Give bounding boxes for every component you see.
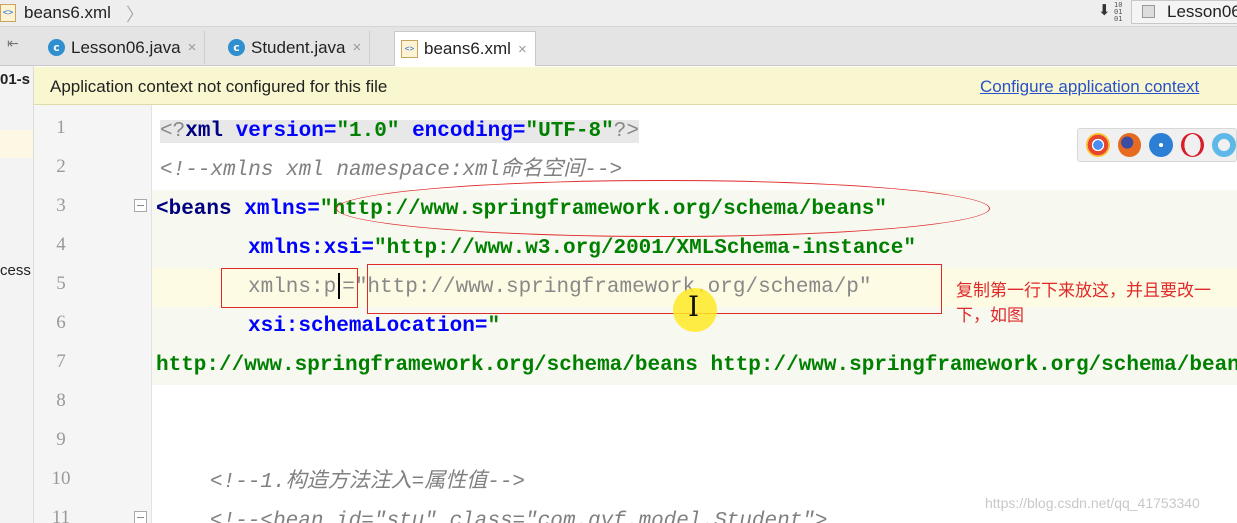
annotation-box-url (367, 264, 942, 314)
text-cursor-icon: I (688, 290, 700, 323)
line-number: 8 (56, 390, 66, 411)
code-line-1: <?xml version="1.0" encoding="UTF-8"?> (160, 120, 639, 143)
banner-message: Application context not configured for t… (50, 77, 388, 96)
fold-toggle-icon[interactable] (134, 199, 147, 212)
line-number-gutter: 1 2 3 4 5 6 7 8 9 10 11 (34, 105, 152, 523)
line-number: 9 (56, 429, 66, 450)
java-class-icon: c (48, 39, 65, 56)
annotation-box-prefix (221, 268, 358, 308)
sort-down-icon[interactable]: ⬇ (1098, 1, 1111, 19)
tab-label: Student.java (251, 37, 346, 57)
line-number: 11 (51, 507, 71, 523)
watermark: https://blog.csdn.net/qq_41753340 (985, 495, 1200, 511)
line-number: 2 (56, 156, 66, 177)
breadcrumb-bar: <> beans6.xml 〉 ⬇ 10 01 01 Lesson06 (0, 0, 1237, 27)
code-line-10: <!--1.构造方法注入=属性值--> (210, 471, 526, 494)
line-number: 1 (56, 117, 66, 138)
tab-label: beans6.xml (424, 39, 511, 58)
code-line-11: <!--<bean id="stu" class="com.gyf.model.… (210, 510, 828, 523)
tab-label: Lesson06.java (71, 37, 181, 57)
xml-file-icon: <> (401, 40, 418, 58)
close-icon[interactable]: × (353, 39, 362, 56)
run-config-icon (1142, 5, 1155, 18)
project-panel: 01-s cess (0, 66, 34, 523)
annotation-ellipse (336, 180, 990, 237)
configure-context-link[interactable]: Configure application context (980, 77, 1199, 97)
code-line-7: http://www.springframework.org/schema/be… (152, 346, 1237, 385)
tab-beans6-xml[interactable]: <> beans6.xml × (394, 31, 536, 66)
line-number: 4 (56, 234, 66, 255)
tab-student-java[interactable]: c Student.java × (222, 31, 371, 64)
chrome-icon[interactable] (1086, 133, 1110, 157)
firefox-icon[interactable] (1117, 133, 1142, 157)
chevron-right-icon: 〉 (126, 5, 144, 25)
line-number: 5 (56, 273, 66, 294)
run-config-label: Lesson06 (1167, 2, 1237, 21)
line-number: 3 (56, 195, 66, 216)
xml-file-icon: <> (0, 4, 16, 22)
line-number: 7 (56, 351, 66, 372)
project-tree-item[interactable]: 01-s (0, 71, 30, 88)
close-icon[interactable]: × (188, 39, 197, 56)
safari-icon[interactable] (1149, 133, 1173, 157)
breadcrumb-file[interactable]: beans6.xml (24, 3, 111, 23)
collapse-panel-icon[interactable]: ⇤ (7, 35, 19, 52)
ie-icon[interactable] (1212, 133, 1236, 157)
project-tree-item[interactable]: cess (0, 262, 31, 279)
line-number: 6 (56, 312, 66, 333)
annotation-note: 复制第一行下来放这，并且要改一下，如图 (956, 281, 1211, 326)
binary-icon[interactable]: 10 01 01 (1114, 2, 1124, 23)
close-icon[interactable]: × (518, 41, 527, 58)
project-tree-selection[interactable] (0, 130, 33, 158)
browser-preview-bar (1077, 128, 1237, 162)
java-class-icon: c (228, 39, 245, 56)
run-config-dropdown[interactable]: Lesson06 (1131, 0, 1237, 24)
line-number: 10 (51, 468, 71, 489)
tab-lesson06-java[interactable]: c Lesson06.java × (42, 31, 206, 64)
fold-toggle-icon[interactable] (134, 511, 147, 523)
opera-icon[interactable] (1180, 133, 1205, 157)
notification-banner: Application context not configured for t… (34, 67, 1237, 105)
editor-tab-bar: ⇤ c Lesson06.java × c Student.java × <> … (0, 27, 1237, 66)
